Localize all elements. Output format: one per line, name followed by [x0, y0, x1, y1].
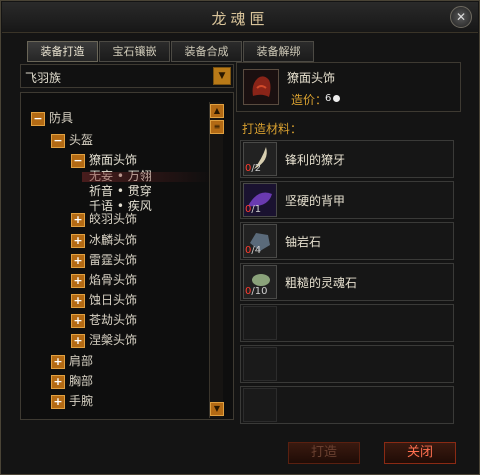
collapse-icon[interactable]: − [51, 133, 65, 148]
empty-material-slot[interactable] [240, 304, 454, 342]
category-select-value: 飞羽族 [25, 71, 62, 85]
expand-icon[interactable]: + [51, 374, 65, 389]
material-name: 粗糙的灵魂石 [285, 276, 358, 290]
expand-icon[interactable]: + [71, 293, 85, 308]
expand-icon[interactable]: + [71, 233, 85, 248]
material-slot[interactable]: 0/10 粗糙的灵魂石 [240, 263, 454, 301]
expand-icon[interactable]: + [71, 313, 85, 328]
silver-coin-icon [333, 95, 340, 102]
helmet-icon[interactable] [243, 69, 279, 105]
category-select[interactable]: 飞羽族 ▼ [20, 64, 234, 88]
tree-node-helmet-item[interactable]: + 涅槃头饰 [71, 331, 137, 349]
window-title: 龙魂匣 [211, 10, 269, 28]
empty-slot-icon [243, 306, 277, 340]
cost-value: 6 [325, 93, 332, 104]
tree-node-chest[interactable]: + 胸部 [51, 372, 93, 390]
tree-node-helmet-item[interactable]: + 雷霆头饰 [71, 251, 137, 269]
empty-material-slot[interactable] [240, 345, 454, 383]
material-name: 铀岩石 [285, 235, 322, 249]
expand-icon[interactable]: + [71, 333, 85, 348]
materials-title: 打造材料： [242, 122, 303, 136]
cost-label: 造价： [291, 93, 328, 107]
empty-material-slot[interactable] [240, 386, 454, 424]
expand-icon[interactable]: + [71, 273, 85, 288]
collapse-icon[interactable]: − [31, 111, 45, 126]
item-name: 獠面头饰 [287, 71, 336, 85]
tab-gem-inlay[interactable]: 宝石镶嵌 [99, 41, 170, 62]
material-slot[interactable]: 0/2 锋利的獠牙 [240, 140, 454, 178]
scrollbar[interactable]: ▲ ≡ ▼ [209, 102, 224, 418]
title-bar[interactable]: 龙魂匣 ✕ [2, 2, 478, 33]
tree-node-armor[interactable]: − 防具 [31, 109, 73, 127]
tree-node-wrist[interactable]: + 手腕 [51, 392, 93, 410]
material-slot[interactable]: 0/4 铀岩石 [240, 222, 454, 260]
tree-node-helmet-item[interactable]: + 冰麟头饰 [71, 231, 137, 249]
empty-slot-icon [243, 347, 277, 381]
tree-node-shoulder[interactable]: + 肩部 [51, 352, 93, 370]
close-button[interactable]: 关闭 [384, 442, 456, 464]
expand-icon[interactable]: + [51, 394, 65, 409]
expand-icon[interactable]: + [51, 354, 65, 369]
tree-node-helmet-item[interactable]: + 苍劫头饰 [71, 311, 137, 329]
tree-node-helmet-item[interactable]: + 蚀日头饰 [71, 291, 137, 309]
material-slot[interactable]: 0/1 坚硬的背甲 [240, 181, 454, 219]
collapse-icon[interactable]: − [71, 153, 85, 168]
selection-highlight [82, 172, 212, 182]
tree-node-helmet[interactable]: − 头盔 [51, 131, 93, 149]
material-name: 锋利的獠牙 [285, 153, 346, 167]
tree-node-helmet-item[interactable]: + 焰骨头饰 [71, 271, 137, 289]
tab-equipment-forge[interactable]: 装备打造 [27, 41, 98, 62]
tab-equipment-synthesis[interactable]: 装备合成 [171, 41, 242, 62]
expand-icon[interactable]: + [71, 212, 85, 227]
chevron-down-icon[interactable]: ▼ [213, 67, 231, 85]
empty-slot-icon [243, 388, 277, 422]
material-name: 坚硬的背甲 [285, 194, 346, 208]
craft-button[interactable]: 打造 [288, 442, 360, 464]
scroll-down-icon[interactable]: ▼ [210, 402, 224, 416]
expand-icon[interactable]: + [71, 253, 85, 268]
tree-node-helmet-item[interactable]: + 皎羽头饰 [71, 210, 137, 228]
scroll-thumb[interactable]: ≡ [210, 120, 224, 134]
scroll-up-icon[interactable]: ▲ [210, 104, 224, 118]
tab-equipment-unbind[interactable]: 装备解绑 [243, 41, 314, 62]
recipe-tree: −防具 −头盔 −獠面头饰 无妄 • 万翎 祈音 • 贯穿 千语 • 疾风 +皎… [20, 92, 234, 420]
item-info-panel: 獠面头饰 造价： 6 [236, 62, 461, 112]
close-icon[interactable]: ✕ [450, 6, 472, 28]
